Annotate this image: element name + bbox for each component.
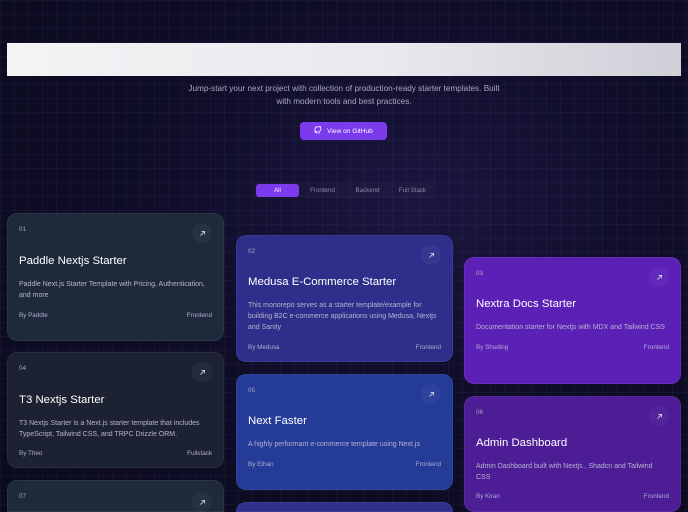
template-card[interactable]: 06 Admin Dashboard Admin Dashboard built…: [464, 396, 681, 512]
template-card[interactable]: 04 T3 Nextjs Starter T3 Nextjs Starter i…: [7, 352, 224, 468]
template-card[interactable]: [236, 502, 453, 512]
tab-backend[interactable]: Backend: [346, 184, 389, 197]
arrow-up-right-icon[interactable]: [421, 245, 441, 265]
card-author: By Shuding: [476, 344, 509, 351]
card-title: T3 Nextjs Starter: [19, 394, 105, 406]
view-on-github-button[interactable]: View on GitHub: [300, 122, 387, 140]
card-author: By Kiran: [476, 493, 500, 500]
card-description: This monorepo serves as a starter templa…: [248, 302, 437, 331]
tab-full-stack[interactable]: Full Stack: [391, 184, 434, 197]
card-description: Documentation starter for Nextjs with MD…: [476, 324, 665, 331]
template-card[interactable]: 02 Medusa E-Commerce Starter This monore…: [236, 235, 453, 362]
tab-all[interactable]: All: [256, 184, 299, 197]
arrow-up-right-icon[interactable]: [192, 492, 212, 512]
arrow-up-right-icon[interactable]: [649, 267, 669, 287]
category-filter-tabs: All Frontend Backend Full Stack: [254, 183, 434, 198]
card-category: Frontend: [415, 461, 441, 468]
card-number: 03: [476, 270, 484, 277]
tab-frontend[interactable]: Frontend: [301, 184, 344, 197]
card-title: Next Faster: [248, 415, 307, 427]
arrow-up-right-icon[interactable]: [192, 362, 212, 382]
github-button-label: View on GitHub: [327, 127, 373, 135]
hero-title-bar: [7, 43, 681, 76]
card-category: Frontend: [186, 312, 212, 319]
template-card[interactable]: 01 Paddle Nextjs Starter Paddle Next.js …: [7, 213, 224, 341]
card-author: By Ethan: [248, 461, 274, 468]
card-number: 04: [19, 365, 27, 372]
card-title: Admin Dashboard: [476, 437, 568, 449]
card-description: Paddle Next.js Starter Template with Pri…: [19, 281, 205, 299]
card-category: Frontend: [643, 493, 669, 500]
card-title: Medusa E-Commerce Starter: [248, 276, 397, 288]
template-card[interactable]: 07: [7, 480, 224, 512]
card-number: 05: [248, 387, 256, 394]
card-author: By Theo: [19, 450, 43, 457]
arrow-up-right-icon[interactable]: [192, 223, 212, 243]
card-author: By Paddle: [19, 312, 48, 319]
card-title: Paddle Nextjs Starter: [19, 255, 127, 267]
card-author: By Medusa: [248, 344, 280, 351]
card-number: 07: [19, 493, 27, 500]
card-description: Admin Dashboard built with Nextjs , Shad…: [476, 463, 653, 481]
card-number: 01: [19, 226, 27, 233]
card-category: Frontend: [415, 344, 441, 351]
arrow-up-right-icon[interactable]: [649, 406, 669, 426]
hero-subtitle: Jump-start your next project with collec…: [188, 84, 500, 106]
card-number: 02: [248, 248, 256, 255]
card-description: A highly performant e-commerce template …: [248, 441, 420, 448]
card-title: Nextra Docs Starter: [476, 298, 577, 310]
card-category: Frontend: [643, 344, 669, 351]
template-card[interactable]: 03 Nextra Docs Starter Documentation sta…: [464, 257, 681, 384]
template-card[interactable]: 05 Next Faster A highly performant e-com…: [236, 374, 453, 490]
card-description: T3 Nextjs Starter is a Next.js starter t…: [19, 420, 200, 438]
arrow-up-right-icon[interactable]: [421, 384, 441, 404]
card-category: Fullstack: [187, 450, 212, 457]
github-icon: [314, 126, 322, 136]
card-number: 06: [476, 409, 484, 416]
